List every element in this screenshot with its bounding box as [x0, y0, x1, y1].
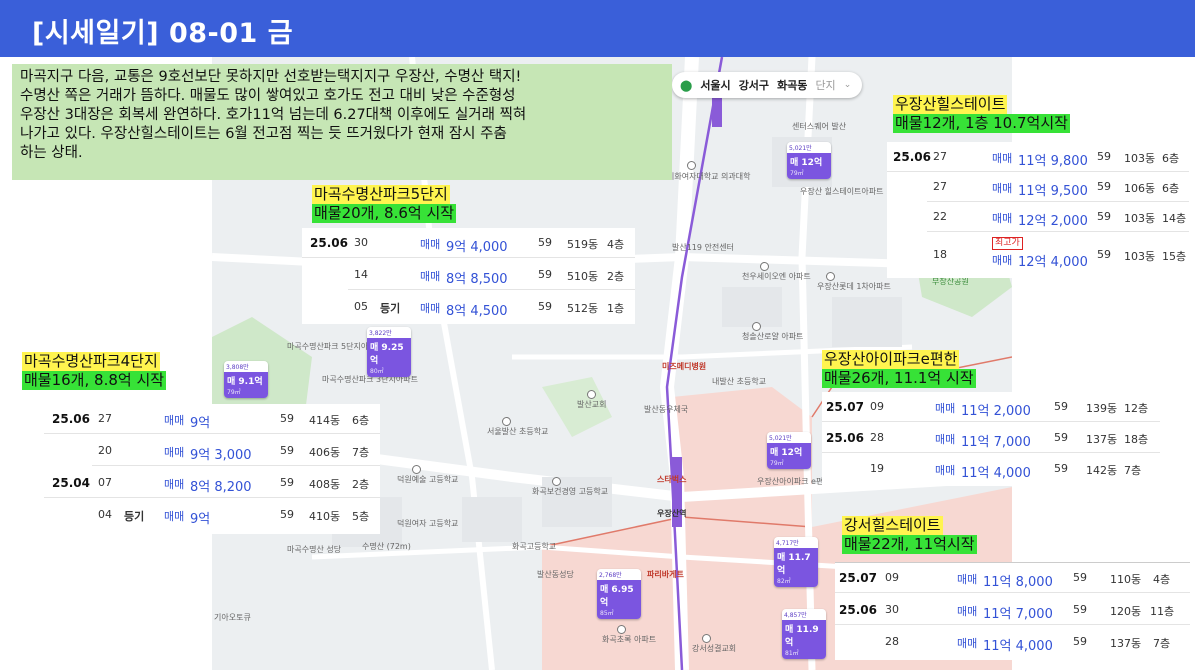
table-row[interactable]: 22 매매 12억 2,000 59 103동 14층	[927, 202, 1189, 232]
poi-circle	[587, 390, 596, 399]
commentary-text: 마곡지구 다음, 교통은 9호선보단 못하지만 선호받는택지지구 우장산, 수명…	[20, 69, 527, 161]
price-marker[interactable]: 4,717만 매 11.7억 82㎡	[774, 537, 818, 587]
map-label-hwagok-health-high: 화곡보건경영 고등학교	[532, 487, 609, 496]
map-label-ewha: 이화여자대학교 의과대학	[667, 172, 751, 181]
complex-info: 매물22개, 11억시작	[842, 535, 977, 554]
slide-header: [시세일기] 08-01 금	[0, 0, 1195, 57]
table-row[interactable]: 27 매매 11억 9,500 59 106동 6층	[927, 172, 1189, 202]
map-label-kia: 기아오토큐	[214, 613, 251, 622]
highest-price-badge: 최고가	[992, 237, 1023, 250]
complex-name: 우장산아이파크e편한	[822, 350, 960, 369]
table-row[interactable]: 25.06 27 매매 9억 59 414동 6층	[44, 404, 380, 434]
poi-circle	[702, 634, 711, 643]
complex-info: 매물16개, 8.8억 시작	[22, 371, 167, 390]
poi-circle	[552, 477, 561, 486]
price-marker[interactable]: 3,822만 매 9.25억 80㎡	[367, 327, 411, 377]
location-bar[interactable]: ⬤ 서울시 강서구 화곡동 단지 ⌄	[672, 72, 862, 98]
complex-label-sumyeong5: 마곡수명산파크5단지 매물20개, 8.6억 시작	[312, 185, 457, 223]
table-row[interactable]: 28 매매 11억 4,000 59 137동 7층	[881, 627, 1190, 657]
map-label-fire-station: 발산119 안전센터	[672, 243, 734, 252]
map-label-hillstate-apt: 우장산 힐스테이트아파트	[800, 187, 884, 196]
map-label-woojangsan-park: 부장산공원	[932, 277, 969, 286]
map-label-paris-baguette: 파리바게트	[647, 570, 684, 579]
poi-circle	[617, 625, 626, 634]
table-row[interactable]: 05 등기 매매 8억 4,500 59 512동 1층	[348, 292, 635, 322]
commentary-note: 마곡지구 다음, 교통은 9호선보단 못하지만 선호받는택지지구 우장산, 수명…	[12, 64, 672, 180]
poi-circle	[687, 161, 696, 170]
poi-circle	[412, 465, 421, 474]
table-row[interactable]: 25.07 09 매매 11억 2,000 59 139동 12층	[822, 392, 1160, 422]
map-label-cheongsol: 청솔산로얄 아파트	[742, 332, 804, 341]
complex-label-ipark: 우장산아이파크e편한 매물26개, 11.1억 시작	[822, 350, 976, 388]
map-label-mizmedi: 미즈메디병원	[662, 362, 707, 371]
map-label-sumyeongsan: 수명산 (72m)	[362, 542, 411, 551]
price-marker[interactable]: 5,021만 매 12억 79㎡	[767, 432, 811, 469]
complex-name: 우장산힐스테이트	[893, 95, 1008, 114]
deals-table-gangseo: 25.07 09 매매 11억 8,000 59 110동 4층 25.06 3…	[835, 562, 1190, 660]
location-dong[interactable]: 화곡동	[777, 77, 807, 93]
location-city[interactable]: 서울시	[700, 77, 730, 93]
slide-title: [시세일기] 08-01 금	[32, 18, 294, 49]
price-marker[interactable]: 2,768만 매 6.95억 85㎡	[597, 569, 641, 619]
price-marker[interactable]: 5,021만 매 12억 79㎡	[787, 142, 831, 179]
table-row[interactable]: 25.06 30 매매 11억 7,000 59 120동 11층	[835, 595, 1190, 625]
table-row[interactable]: 04 등기 매매 9억 59 410동 5층	[92, 500, 380, 530]
map-label-woojangsan-station: 우장산역	[657, 509, 687, 518]
table-row[interactable]: 25.06 27 매매 11억 9,800 59 103동 6층	[887, 142, 1189, 172]
table-row[interactable]: 19 매매 11억 4,000 59 142동 7층	[866, 454, 1160, 484]
registered-tag: 등기	[380, 302, 401, 315]
price-marker[interactable]: 3,808만 매 9.1억 79㎡	[224, 361, 268, 398]
price-marker[interactable]: 4,857만 매 11.9억 81㎡	[782, 609, 826, 659]
poi-circle	[826, 272, 835, 281]
table-row[interactable]: 25.06 30 매매 9억 4,000 59 519동 4층	[302, 228, 635, 258]
deals-table-sumyeong5: 25.06 30 매매 9억 4,000 59 519동 4층 14 매매 8억…	[302, 228, 635, 324]
table-row[interactable]: 25.07 09 매매 11억 8,000 59 110동 4층	[835, 563, 1190, 593]
map-label-woojang-lotte: 우장산롯데 1차아파트	[817, 282, 891, 291]
table-row[interactable]: 14 매매 8억 8,500 59 510동 2층	[348, 260, 635, 290]
complex-info: 매물20개, 8.6억 시작	[312, 204, 457, 223]
complex-info: 매물12개, 1층 10.7억시작	[893, 114, 1070, 133]
chevron-down-icon[interactable]: ⌄	[844, 80, 852, 90]
table-row[interactable]: 20 매매 9억 3,000 59 406동 7층	[92, 436, 380, 466]
complex-info: 매물26개, 11.1억 시작	[822, 369, 976, 388]
complex-filter[interactable]: 단지	[815, 77, 835, 93]
complex-label-hillstate: 우장산힐스테이트 매물12개, 1층 10.7억시작	[893, 95, 1070, 133]
table-row[interactable]: 25.06 28 매매 11억 7,000 59 137동 18층	[822, 423, 1160, 453]
complex-label-gangseo: 강서힐스테이트 매물22개, 11억시작	[842, 516, 977, 554]
map-label-balsan-church: 발산교회	[577, 400, 607, 409]
location-district[interactable]: 강서구	[739, 77, 769, 93]
registered-tag: 등기	[124, 510, 145, 523]
map-label-hwagok-high: 화곡고등학교	[512, 542, 557, 551]
map-label-naebalsan: 내발산 초등학교	[712, 377, 767, 386]
map-label-deokwon-arts: 덕원예술 고등학교	[397, 475, 459, 484]
poi-circle	[752, 322, 761, 331]
map-label-seoul-balsan-elem: 서울발산 초등학교	[487, 427, 549, 436]
poi-circle	[502, 417, 511, 426]
complex-name: 마곡수명산파크5단지	[312, 185, 450, 204]
map-label-deokwon-girls: 덕원여자 고등학교	[397, 519, 459, 528]
map-label-starbucks: 스타벅스	[657, 475, 687, 484]
map-label-balsan-cathedral: 발산동성당	[537, 570, 574, 579]
table-row[interactable]: 18 최고가 매매 12억 4,000 59 103동 15층	[927, 234, 1189, 274]
deals-table-hillstate: 25.06 27 매매 11억 9,800 59 103동 6층 27 매매 1…	[887, 142, 1189, 278]
deals-table-ipark: 25.07 09 매매 11억 2,000 59 139동 12층 25.06 …	[822, 392, 1160, 486]
table-row[interactable]: 25.04 07 매매 8억 8,200 59 408동 2층	[44, 468, 380, 498]
map-label-hwagok-green: 화곡초록 아파트	[602, 635, 657, 644]
map-label-gangseo-church: 강서성결교회	[692, 644, 737, 653]
map-label-center-square: 센터스퀘어 발산	[792, 122, 847, 131]
complex-name: 강서힐스테이트	[842, 516, 943, 535]
complex-name: 마곡수명산파크4단지	[22, 352, 160, 371]
poi-circle	[760, 262, 769, 271]
deals-table-sumyeong4: 25.06 27 매매 9억 59 414동 6층 20 매매 9억 3,000…	[44, 404, 380, 534]
complex-label-sumyeong4: 마곡수명산파크4단지 매물16개, 8.8억 시작	[22, 352, 167, 390]
location-pin-icon: ⬤	[680, 78, 693, 92]
map-label-magok-cathedral: 마곡수명산 성당	[287, 545, 342, 554]
map-label-post-office: 발산동우체국	[644, 405, 689, 414]
map-label-cheonu: 천우세이오엔 아파트	[742, 272, 811, 281]
